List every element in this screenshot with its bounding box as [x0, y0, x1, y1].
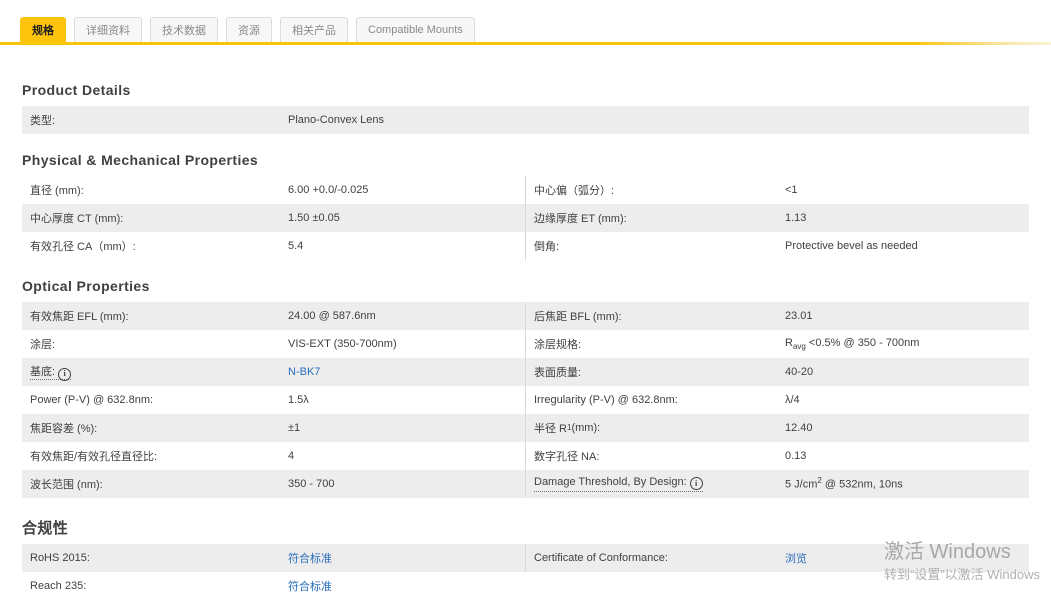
- rohs-compliant-link[interactable]: 符合标准: [288, 553, 332, 565]
- spec-label: 有效焦距 EFL (mm):: [30, 311, 129, 323]
- spec-label: 焦距容差 (%):: [30, 423, 98, 435]
- spec-label: 涂层:: [30, 339, 56, 351]
- table-row: RoHS 2015: 符合标准 Certificate of Conforman…: [22, 544, 1029, 572]
- table-row: 基底: i N-BK7 表面质量: 40-20: [22, 358, 1029, 386]
- tab-accent-underline: [0, 42, 1051, 45]
- spec-value: 符合标准: [280, 578, 525, 594]
- table-row: 中心厚度 CT (mm): 1.50 ±0.05 边缘厚度 ET (mm): 1…: [22, 204, 1029, 232]
- spec-label: 有效焦距/有效孔径直径比:: [30, 451, 158, 463]
- table-row: 有效焦距/有效孔径直径比: 4 数字孔径 NA: 0.13: [22, 442, 1029, 470]
- spec-value: 1.13: [785, 212, 807, 224]
- table-row: 焦距容差 (%): ±1 半径 R1 (mm): 12.40: [22, 414, 1029, 442]
- spec-value: 350 - 700: [288, 478, 335, 490]
- value-subscript: avg: [792, 342, 806, 352]
- label-text: Damage Threshold, By Design:: [534, 475, 687, 488]
- table-row: 有效焦距 EFL (mm): 24.00 @ 587.6nm 后焦距 BFL (…: [22, 302, 1029, 330]
- spec-label: 后焦距 BFL (mm):: [525, 302, 777, 330]
- table-row: Power (P-V) @ 632.8nm: 1.5λ Irregularity…: [22, 386, 1029, 414]
- spec-label: 中心厚度 CT (mm):: [30, 213, 124, 225]
- value-text: 5 J/cm: [785, 478, 818, 491]
- certificate-view-link[interactable]: 浏览: [785, 553, 807, 565]
- value-text: @ 532nm, 10ns: [821, 478, 903, 491]
- spec-label: 波长范围 (nm):: [30, 479, 103, 491]
- spec-label: 直径 (mm):: [30, 185, 84, 197]
- damage-threshold-tooltip-label[interactable]: Damage Threshold, By Design: i: [534, 476, 703, 493]
- optical-properties-table: 有效焦距 EFL (mm): 24.00 @ 587.6nm 后焦距 BFL (…: [22, 302, 1029, 498]
- tab-bar: 规格 详细资料 技术数据 资源 相关产品 Compatible Mounts: [0, 0, 1051, 42]
- spec-value: 1.5λ: [288, 394, 309, 406]
- table-row: 波长范围 (nm): 350 - 700 Damage Threshold, B…: [22, 470, 1029, 498]
- spec-value: 1.50 ±0.05: [288, 212, 340, 224]
- info-icon[interactable]: i: [689, 477, 703, 491]
- spec-value: 40-20: [785, 366, 814, 378]
- spec-label: Certificate of Conformance:: [525, 544, 777, 572]
- section-heading-compliance: 合规性: [22, 520, 69, 537]
- spec-label: Power (P-V) @ 632.8nm:: [30, 394, 154, 406]
- spec-label: Reach 235:: [30, 580, 87, 592]
- compliance-table: RoHS 2015: 符合标准 Certificate of Conforman…: [22, 544, 1029, 600]
- spec-value: 4: [288, 450, 295, 462]
- spec-value: Protective bevel as needed: [785, 240, 918, 252]
- table-row: 直径 (mm): 6.00 +0.0/-0.025 中心偏（弧分）: <1: [22, 176, 1029, 204]
- section-heading-optical: Optical Properties: [22, 278, 150, 294]
- spec-label: 类型:: [30, 115, 56, 127]
- spec-label-substrate: 基底: i: [22, 363, 280, 381]
- spec-value: Plano-Convex Lens: [288, 114, 385, 126]
- spec-label: 倒角:: [525, 232, 777, 260]
- info-icon[interactable]: i: [58, 367, 72, 381]
- spec-label-radius: 半径 R1 (mm):: [525, 414, 777, 442]
- tab-specs[interactable]: 规格: [20, 17, 66, 42]
- spec-label: RoHS 2015:: [30, 552, 90, 564]
- table-row: Reach 235: 符合标准: [22, 572, 1029, 600]
- value-text: <0.5% @ 350 - 700nm: [805, 336, 920, 349]
- reach-compliant-link[interactable]: 符合标准: [288, 581, 332, 593]
- substrate-tooltip-label[interactable]: 基底: i: [30, 366, 72, 381]
- table-row: 涂层: VIS-EXT (350-700nm) 涂层规格: Ravg <0.5%…: [22, 330, 1029, 358]
- spec-value: VIS-EXT (350-700nm): [288, 338, 397, 350]
- spec-value: 0.13: [785, 450, 807, 462]
- spec-value: 5.4: [288, 240, 304, 252]
- substrate-link[interactable]: N-BK7: [288, 366, 320, 378]
- spec-label: 涂层规格:: [525, 330, 777, 358]
- tab-details[interactable]: 详细资料: [74, 17, 142, 42]
- spec-value: 12.40: [785, 422, 813, 434]
- spec-label-damage-threshold: Damage Threshold, By Design: i: [525, 470, 777, 498]
- table-row: 有效孔径 CA（mm）: 5.4 倒角: Protective bevel as…: [22, 232, 1029, 260]
- table-row: 类型: Plano-Convex Lens: [22, 106, 1029, 134]
- spec-label: 有效孔径 CA（mm）:: [30, 241, 136, 253]
- label-text: 基底:: [30, 366, 56, 379]
- tab-technical-data[interactable]: 技术数据: [150, 17, 218, 42]
- spec-value-coating-spec: Ravg <0.5% @ 350 - 700nm: [777, 337, 1029, 351]
- spec-label: 表面质量:: [525, 358, 777, 386]
- spec-value: 符合标准: [280, 550, 525, 566]
- spec-value: 23.01: [785, 310, 813, 322]
- tab-compatible-mounts[interactable]: Compatible Mounts: [356, 17, 475, 42]
- physical-properties-table: 直径 (mm): 6.00 +0.0/-0.025 中心偏（弧分）: <1 中心…: [22, 176, 1029, 260]
- spec-value-damage-threshold: 5 J/cm2 @ 532nm, 10ns: [777, 477, 1029, 491]
- specs-content: Product Details 类型: Plano-Convex Lens Ph…: [22, 82, 1029, 600]
- spec-label: 中心偏（弧分）:: [525, 176, 777, 204]
- spec-value: <1: [785, 184, 798, 196]
- label-text: (mm):: [571, 422, 601, 434]
- section-heading-product-details: Product Details: [22, 82, 131, 98]
- label-text: 半径 R: [534, 423, 567, 435]
- spec-value: N-BK7: [280, 366, 525, 378]
- spec-label: 边缘厚度 ET (mm):: [525, 204, 777, 232]
- spec-value: λ/4: [785, 394, 800, 406]
- product-details-table: 类型: Plano-Convex Lens: [22, 106, 1029, 134]
- spec-value: 24.00 @ 587.6nm: [288, 310, 376, 322]
- tab-related-products[interactable]: 相关产品: [280, 17, 348, 42]
- spec-value: 6.00 +0.0/-0.025: [288, 184, 369, 196]
- value-text: R: [785, 336, 793, 349]
- spec-label: Irregularity (P-V) @ 632.8nm:: [525, 386, 777, 414]
- section-heading-physical-mechanical: Physical & Mechanical Properties: [22, 152, 259, 168]
- spec-value: ±1: [288, 422, 301, 434]
- spec-value: 浏览: [777, 550, 1029, 566]
- spec-label: 数字孔径 NA:: [525, 442, 777, 470]
- tab-resources[interactable]: 资源: [226, 17, 272, 42]
